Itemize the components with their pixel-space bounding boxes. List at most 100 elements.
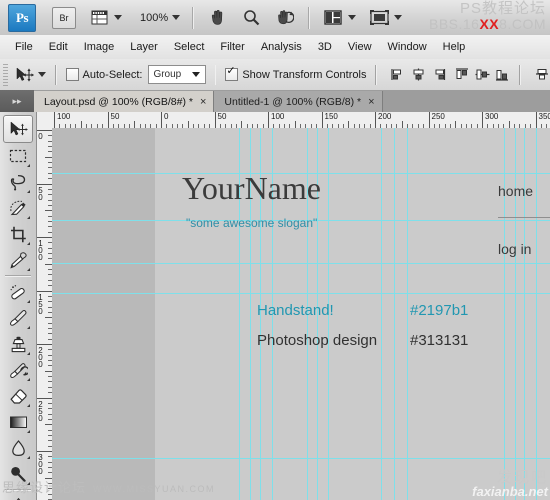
menu-item-edit[interactable]: Edit <box>42 38 75 56</box>
align-left-edges-icon[interactable] <box>391 66 406 83</box>
auto-select-checkbox[interactable] <box>65 68 79 81</box>
horizontal-ruler[interactable]: 100 50 0 50 100 150 200 250 300 350 <box>52 112 550 129</box>
hand-tool-icon[interactable] <box>206 7 228 29</box>
guide-vertical[interactable] <box>407 128 408 500</box>
view-extras-icon[interactable] <box>88 7 110 29</box>
move-tool[interactable] <box>3 115 33 143</box>
ruler-tick-label: 200 <box>36 346 45 367</box>
watermark-forum-url: BBS.16XX8.COM <box>429 15 546 32</box>
zoom-tool-icon[interactable] <box>240 7 262 29</box>
ruler-minor-tick <box>45 210 52 212</box>
screen-mode-chevron-down-icon[interactable] <box>394 15 403 20</box>
flyout-indicator-icon <box>27 404 30 407</box>
arrange-documents-chevron-down-icon[interactable] <box>348 15 357 20</box>
menu-item-analysis[interactable]: Analysis <box>254 38 309 56</box>
align-horizontal-centers-icon[interactable] <box>411 66 426 83</box>
move-tool-icon[interactable] <box>16 64 34 86</box>
zoom-level-chevron-down-icon[interactable] <box>172 15 181 20</box>
auto-select-scope-dropdown[interactable]: Group <box>148 65 206 84</box>
canvas-area[interactable]: YourName "some awesome slogan" home log … <box>52 128 550 500</box>
menu-item-filter[interactable]: Filter <box>213 38 251 56</box>
flyout-indicator-icon <box>27 430 30 433</box>
view-extras-chevron-down-icon[interactable] <box>114 15 122 20</box>
guide-vertical[interactable] <box>536 128 537 500</box>
flyout-indicator-icon <box>27 164 30 167</box>
vertical-ruler[interactable]: 0 50 100 150 200 250 300 <box>36 128 53 500</box>
expand-panels-icon[interactable]: ▸▸ <box>0 90 34 112</box>
guide-horizontal[interactable] <box>52 458 550 459</box>
document-tab-untitled-1[interactable]: Untitled-1 @ 100% (RGB/8) * × <box>214 91 383 112</box>
options-bar-drag-handle[interactable] <box>3 63 8 86</box>
guide-horizontal[interactable] <box>52 263 550 264</box>
dodge-tool[interactable] <box>4 461 32 487</box>
ruler-corner[interactable] <box>36 112 53 129</box>
flyout-indicator-icon <box>27 456 30 459</box>
auto-select-scope-value: Group <box>153 69 182 80</box>
launch-bridge-button[interactable]: Br <box>52 6 76 29</box>
history-brush-tool[interactable] <box>4 357 32 383</box>
quick-selection-tool[interactable] <box>4 195 32 221</box>
ruler-minor-tick <box>241 121 243 128</box>
options-divider-1 <box>54 64 57 85</box>
ruler-minor-tick <box>45 156 52 158</box>
flyout-indicator-icon <box>27 326 30 329</box>
ruler-tick-label: 250 <box>36 399 45 421</box>
guide-vertical[interactable] <box>381 128 382 500</box>
rectangular-marquee-tool[interactable] <box>4 143 32 169</box>
screen-mode-icon[interactable] <box>368 7 390 29</box>
menu-item-window[interactable]: Window <box>381 38 434 56</box>
blur-tool[interactable] <box>4 435 32 461</box>
gradient-tool[interactable] <box>4 409 32 435</box>
lasso-tool[interactable] <box>4 169 32 195</box>
rotate-view-tool-icon[interactable] <box>274 7 296 29</box>
ruler-major-tick <box>36 397 52 399</box>
ruler-tick-label: 100 <box>271 112 285 121</box>
menu-item-file[interactable]: File <box>8 38 40 56</box>
menu-item-layer[interactable]: Layer <box>123 38 165 56</box>
menu-item-select[interactable]: Select <box>167 38 212 56</box>
ruler-minor-tick <box>45 317 52 319</box>
align-right-edges-icon[interactable] <box>431 66 446 83</box>
eraser-tool[interactable] <box>4 383 32 409</box>
watermark-forum-name: PS教程论坛 <box>459 0 546 17</box>
ruler-minor-tick <box>80 121 82 128</box>
align-vertical-centers-icon[interactable] <box>475 66 490 83</box>
menu-item-help[interactable]: Help <box>436 38 473 56</box>
ruler-tick-label: 50 <box>36 185 45 200</box>
document-tab-layout-psd[interactable]: Layout.psd @ 100% (RGB/8#) * × <box>34 91 215 112</box>
align-top-edges-icon[interactable] <box>455 66 470 83</box>
align-bottom-edges-icon[interactable] <box>495 66 510 83</box>
ruler-minor-tick <box>45 263 52 265</box>
spot-healing-brush-tool[interactable] <box>4 279 32 305</box>
clone-stamp-tool[interactable] <box>4 331 32 357</box>
show-transform-controls-checkbox[interactable] <box>225 65 239 81</box>
close-icon[interactable]: × <box>200 96 206 108</box>
document-tab-title: Layout.psd @ 100% (RGB/8#) * <box>44 95 193 108</box>
guide-horizontal[interactable] <box>52 293 550 294</box>
distribute-top-edges-icon[interactable] <box>535 66 550 83</box>
appbar-divider-2 <box>308 6 311 29</box>
move-tool-preset-chevron-down-icon[interactable] <box>37 72 46 77</box>
guide-vertical[interactable] <box>394 128 395 500</box>
ruler-tick-label: 200 <box>378 112 392 121</box>
pen-tool[interactable] <box>4 493 32 500</box>
ruler-minor-tick <box>45 477 52 479</box>
nav-divider <box>498 217 550 218</box>
arrange-documents-icon[interactable] <box>322 7 344 29</box>
flyout-indicator-icon <box>27 352 30 355</box>
ruler-tick-label: 100 <box>36 239 45 260</box>
ruler-minor-tick <box>294 121 296 128</box>
ruler-tick-label: 300 <box>485 112 499 121</box>
watermark-top-right: PS教程论坛 BBS.16XX8.COM <box>429 1 546 31</box>
auto-select-label: Auto-Select: <box>82 68 143 81</box>
brush-tool[interactable] <box>4 305 32 331</box>
menu-item-3d[interactable]: 3D <box>311 38 339 56</box>
menu-item-image[interactable]: Image <box>77 38 122 56</box>
nav-link-home: home <box>498 183 534 199</box>
document-tab-title: Untitled-1 @ 100% (RGB/8) * <box>224 95 362 108</box>
watermark-url-highlight: XX <box>479 15 500 32</box>
close-icon[interactable]: × <box>368 96 374 108</box>
eyedropper-tool[interactable] <box>4 247 32 273</box>
menu-item-view[interactable]: View <box>341 38 379 56</box>
crop-tool[interactable] <box>4 221 32 247</box>
